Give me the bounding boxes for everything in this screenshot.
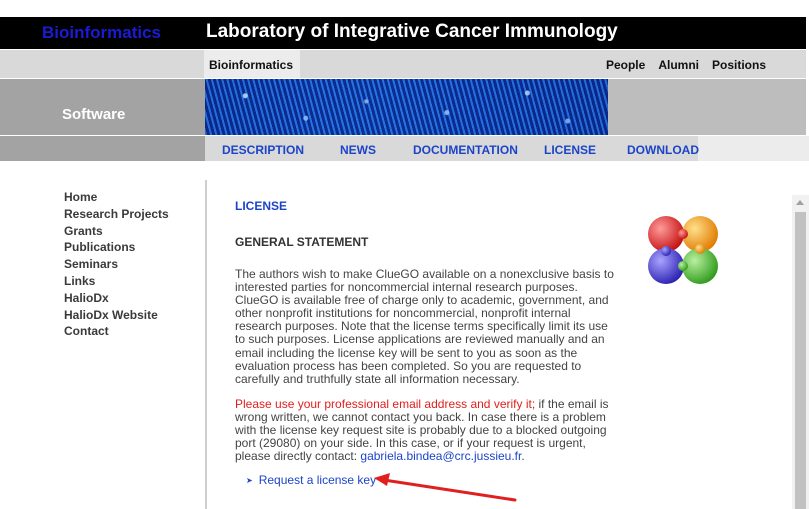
sidebar-item-haliodx-website[interactable]: HalioDx Website: [64, 307, 169, 324]
license-statement: The authors wish to make ClueGO availabl…: [235, 267, 614, 386]
brand-logo-text[interactable]: Bioinformatics: [42, 23, 161, 43]
notice-end: .: [521, 449, 525, 464]
nav-link-people[interactable]: People: [606, 58, 645, 72]
banner-filler: [608, 79, 806, 135]
lab-title: Laboratory of Integrative Cancer Immunol…: [206, 21, 618, 42]
sidebar-item-home[interactable]: Home: [64, 189, 169, 206]
email-notice: Please use your professional email addre…: [235, 396, 615, 464]
tab-download[interactable]: DOWNLOAD: [627, 143, 699, 157]
sidebar-item-links[interactable]: Links: [64, 273, 169, 290]
request-license-label: Request a license key: [258, 473, 377, 487]
sidebar-item-haliodx[interactable]: HalioDx: [64, 290, 169, 307]
license-content: LICENSE GENERAL STATEMENT The authors wi…: [235, 199, 615, 463]
sidebar-item-publications[interactable]: Publications: [64, 239, 169, 256]
scroll-up-arrow-icon[interactable]: [796, 200, 804, 205]
sub-navigation: Bioinformatics People Alumni Positions: [0, 50, 806, 78]
tab-license[interactable]: LICENSE: [544, 143, 596, 157]
bullet-arrow-icon: ➤: [246, 476, 253, 485]
email-warning: Please use your professional email addre…: [235, 396, 536, 411]
page-heading: LICENSE: [235, 199, 288, 213]
banner-image: [205, 79, 608, 135]
tab-news[interactable]: NEWS: [340, 143, 376, 157]
sidebar-divider: [205, 180, 207, 509]
contact-email-link[interactable]: gabriela.bindea@crc.jussieu.fr: [360, 449, 521, 463]
request-license-key-link[interactable]: ➤ Request a license key: [246, 473, 376, 487]
section-banner: Software: [0, 79, 806, 135]
tab-bar: DESCRIPTION NEWS DOCUMENTATION LICENSE D…: [0, 136, 809, 161]
sidebar-menu: Home Research Projects Grants Publicatio…: [64, 189, 169, 340]
active-tab-highlight: [698, 136, 809, 161]
top-links: People Alumni Positions: [606, 58, 766, 72]
tab-documentation[interactable]: DOCUMENTATION: [413, 143, 518, 157]
sidebar-item-research-projects[interactable]: Research Projects: [64, 206, 169, 223]
tabs-container: DESCRIPTION NEWS DOCUMENTATION LICENSE D…: [205, 136, 809, 161]
nav-link-alumni[interactable]: Alumni: [658, 58, 699, 72]
header-bar: Bioinformatics Laboratory of Integrative…: [0, 17, 806, 49]
section-title: Software: [62, 106, 126, 123]
section-heading: GENERAL STATEMENT: [235, 235, 369, 249]
sidebar-item-grants[interactable]: Grants: [64, 223, 169, 240]
breadcrumb-label: Bioinformatics: [209, 58, 294, 72]
sidebar-item-seminars[interactable]: Seminars: [64, 256, 169, 273]
breadcrumb[interactable]: Bioinformatics: [204, 50, 300, 78]
sidebar-item-contact[interactable]: Contact: [64, 323, 169, 340]
vertical-scrollbar[interactable]: [792, 195, 809, 509]
tab-description[interactable]: DESCRIPTION: [222, 143, 304, 157]
scroll-thumb[interactable]: [795, 212, 806, 509]
nav-link-positions[interactable]: Positions: [712, 58, 766, 72]
annotation-arrow-icon: [374, 473, 517, 502]
cluego-puzzle-logo-icon: [648, 216, 718, 284]
